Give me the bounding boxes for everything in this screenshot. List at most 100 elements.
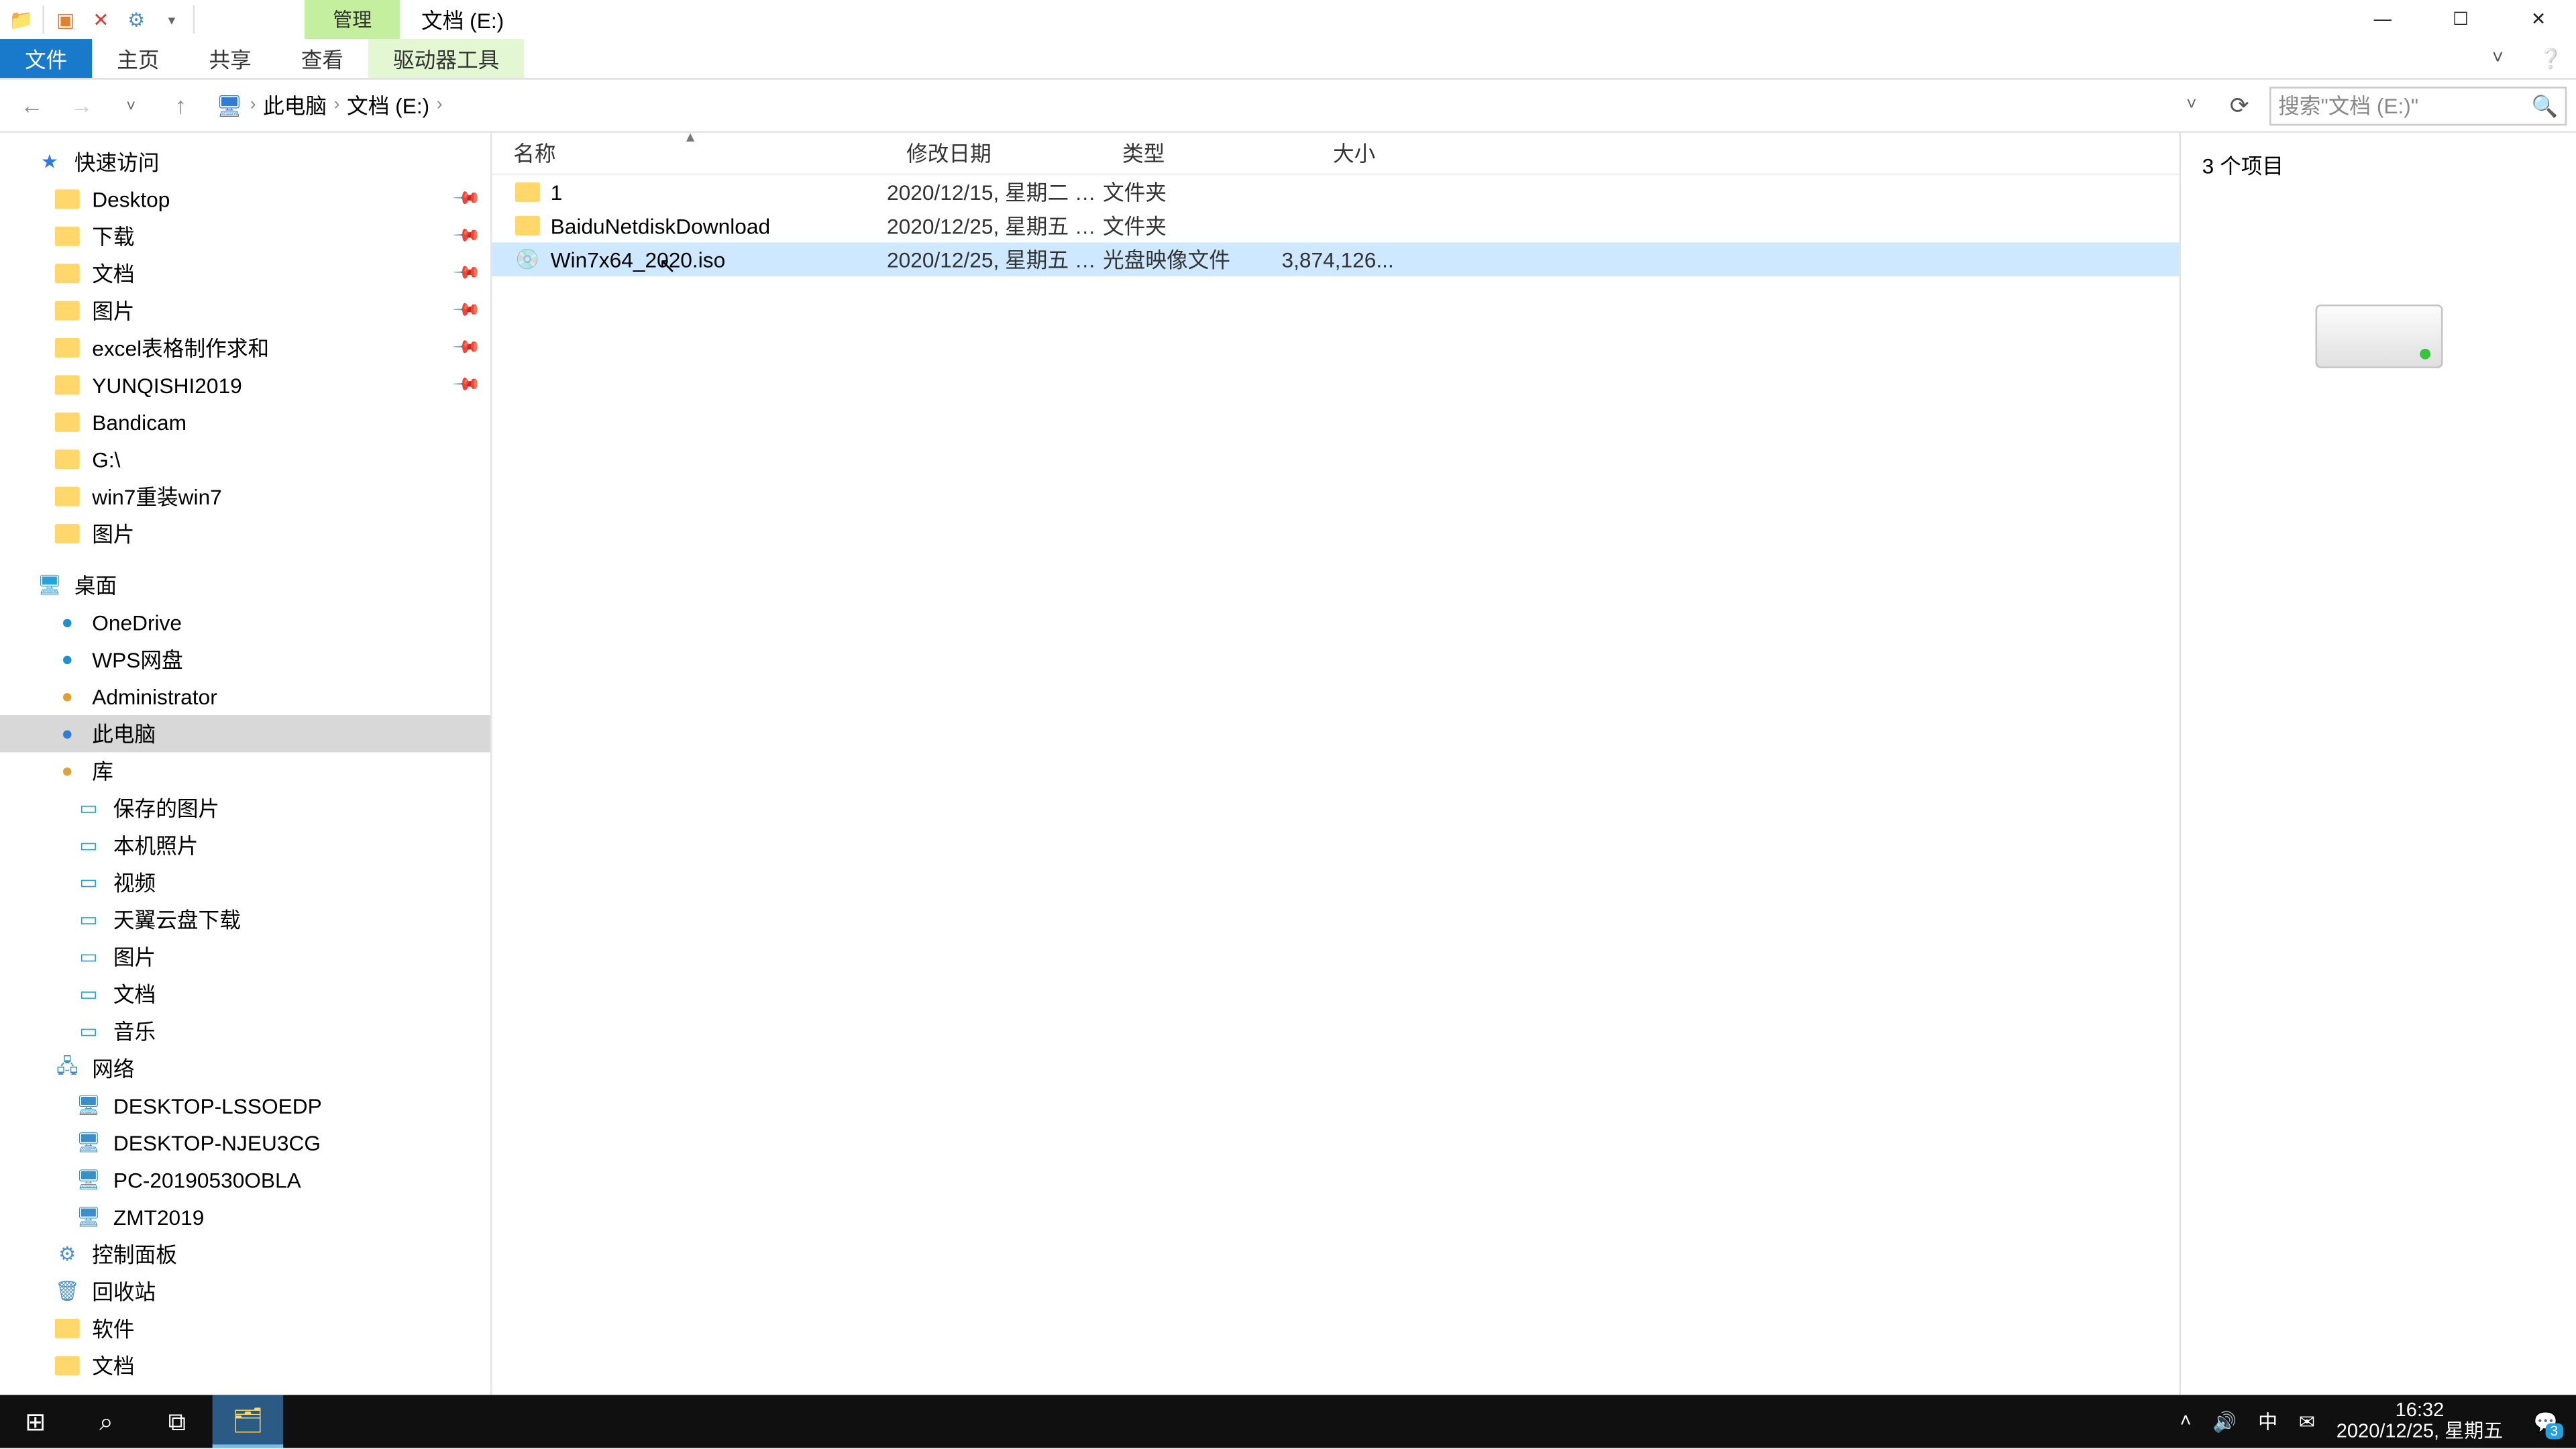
qat-settings-icon[interactable]: ⚙ xyxy=(119,2,154,38)
nav-back-button[interactable]: ← xyxy=(11,84,53,126)
app-icon[interactable]: 📁 xyxy=(3,2,39,38)
file-row[interactable]: 12020/12/15, 星期二 1...文件夹 xyxy=(492,175,2180,209)
tray-ime-icon[interactable]: 中 xyxy=(2258,1407,2277,1436)
navigation-tree[interactable]: ★快速访问 Desktop📌下载📌文档📌图片📌excel表格制作求和📌YUNQI… xyxy=(0,133,492,1397)
tree-network-item[interactable]: 🖥DESKTOP-NJEU3CG xyxy=(0,1124,490,1161)
tray-notifications-icon[interactable]: 💬3 xyxy=(2524,1400,2567,1442)
tray-app-icon[interactable]: ✉ xyxy=(2299,1410,2315,1433)
tree-library-item[interactable]: ▭文档 xyxy=(0,975,490,1012)
tree-network-item[interactable]: 🖥DESKTOP-LSSOEDP xyxy=(0,1087,490,1124)
start-button[interactable]: ⊞ xyxy=(0,1395,71,1448)
qat-properties-icon[interactable]: ▣ xyxy=(48,2,83,38)
tree-desktop-item[interactable]: ●OneDrive xyxy=(0,604,490,641)
search-icon[interactable]: 🔍 xyxy=(2532,93,2558,118)
tree-desktop-item[interactable]: ●库 xyxy=(0,752,490,789)
tab-file[interactable]: 文件 xyxy=(0,39,92,78)
tree-item-icon: ● xyxy=(53,645,81,674)
tree-library-item[interactable]: ▭天翼云盘下载 xyxy=(0,901,490,938)
star-icon: ★ xyxy=(36,148,64,176)
column-date[interactable]: 修改日期 xyxy=(885,138,1101,168)
tree-recycle-bin[interactable]: 🗑回收站 xyxy=(0,1273,490,1309)
tree-library-item[interactable]: ▭视频 xyxy=(0,864,490,901)
tab-drive-tools[interactable]: 驱动器工具 xyxy=(368,39,524,78)
pin-icon: 📌 xyxy=(451,296,480,325)
folder-icon xyxy=(513,211,541,239)
file-row[interactable]: BaiduNetdiskDownload2020/12/25, 星期五 1...… xyxy=(492,209,2180,242)
minimize-button[interactable]: — xyxy=(2344,0,2422,39)
tree-control-panel[interactable]: ⚙控制面板 xyxy=(0,1236,490,1273)
tree-item-label: excel表格制作求和 xyxy=(92,333,269,363)
tree-desktop-item[interactable]: ●WPS网盘 xyxy=(0,641,490,678)
help-icon[interactable]: ❔ xyxy=(2524,39,2576,78)
tree-library-item[interactable]: ▭保存的图片 xyxy=(0,790,490,826)
qat-delete-icon[interactable]: ✕ xyxy=(83,2,119,38)
column-type[interactable]: 类型 xyxy=(1101,138,1280,168)
tree-network-item[interactable]: 🖥PC-20190530OBLA xyxy=(0,1161,490,1198)
folder-icon xyxy=(53,482,81,511)
folder-icon xyxy=(53,1352,81,1380)
tray-overflow-icon[interactable]: ˄ xyxy=(2180,1411,2192,1432)
tree-network-item[interactable]: 🖥ZMT2019 xyxy=(0,1198,490,1235)
preview-pane: 3 个项目 xyxy=(2179,133,2576,1397)
tree-quick-item[interactable]: Desktop📌 xyxy=(0,180,490,217)
tree-desktop[interactable]: 🖥桌面 xyxy=(0,566,490,603)
tree-desktop-item[interactable]: ●Administrator xyxy=(0,678,490,715)
desktop-icon: 🖥 xyxy=(36,571,64,599)
tree-network[interactable]: 🖧网络 xyxy=(0,1050,490,1087)
nav-forward-button[interactable]: → xyxy=(60,84,103,126)
close-button[interactable]: ✕ xyxy=(2500,0,2576,39)
tree-quick-item[interactable]: 下载📌 xyxy=(0,218,490,255)
tab-share[interactable]: 共享 xyxy=(184,39,276,78)
folder-icon xyxy=(53,519,81,547)
tree-quick-item[interactable]: 图片 xyxy=(0,515,490,552)
breadcrumb-dropdown-icon[interactable]: ˅ xyxy=(2174,95,2209,115)
ribbon-expand-icon[interactable]: ˅ xyxy=(2471,39,2524,78)
tree-quick-item[interactable]: 图片📌 xyxy=(0,292,490,329)
tree-quick-item[interactable]: Bandicam xyxy=(0,404,490,441)
tree-quick-item[interactable]: 文档📌 xyxy=(0,255,490,292)
breadcrumb-root[interactable]: 此电脑 xyxy=(263,91,327,121)
file-row[interactable]: 💿Win7x64_2020.iso2020/12/25, 星期五 1...光盘映… xyxy=(492,243,2180,276)
tree-quick-item[interactable]: excel表格制作求和📌 xyxy=(0,329,490,366)
nav-up-button[interactable]: ↑ xyxy=(159,84,201,126)
tree-library-item[interactable]: ▭图片 xyxy=(0,938,490,975)
tree-documents[interactable]: 文档 xyxy=(0,1347,490,1384)
chevron-right-icon[interactable]: › xyxy=(250,95,256,115)
breadcrumb-drive[interactable]: 文档 (E:) xyxy=(347,91,429,121)
qat-dropdown-icon[interactable]: ▾ xyxy=(154,2,190,38)
tree-item-label: 此电脑 xyxy=(92,718,156,749)
tree-library-item[interactable]: ▭本机照片 xyxy=(0,826,490,863)
file-name: 1 xyxy=(551,180,887,205)
taskbar-explorer[interactable]: 🗂 xyxy=(213,1395,284,1448)
breadcrumb-root-icon[interactable]: 🖥 xyxy=(216,93,243,118)
tray-time: 16:32 xyxy=(2396,1400,2445,1421)
tray-volume-icon[interactable]: 🔊 xyxy=(2212,1410,2237,1433)
breadcrumb[interactable]: 🖥 › 此电脑 › 文档 (E:) › ˅ xyxy=(209,91,2209,121)
search-button[interactable]: ⌕ xyxy=(71,1395,142,1448)
tree-item-icon: ● xyxy=(53,608,81,636)
tree-quick-access[interactable]: ★快速访问 xyxy=(0,144,490,180)
tree-desktop-item[interactable]: ●此电脑 xyxy=(0,715,490,752)
title-bar: 📁 ▣ ✕ ⚙ ▾ 管理 文档 (E:) — ☐ ✕ xyxy=(0,0,2576,39)
tree-software[interactable]: 软件 xyxy=(0,1310,490,1347)
task-view-button[interactable]: ⧉ xyxy=(142,1395,213,1448)
tree-quick-item[interactable]: win7重装win7 xyxy=(0,478,490,515)
tree-quick-item[interactable]: G:\ xyxy=(0,441,490,478)
drive-icon xyxy=(2316,305,2443,368)
tree-library-item[interactable]: ▭音乐 xyxy=(0,1012,490,1049)
recycle-icon: 🗑 xyxy=(53,1277,81,1305)
column-size[interactable]: 大小 xyxy=(1280,138,1390,168)
tree-item-icon: ▭ xyxy=(74,943,103,971)
chevron-right-icon[interactable]: › xyxy=(437,95,443,115)
tree-quick-item[interactable]: YUNQISHI2019📌 xyxy=(0,366,490,403)
tab-home[interactable]: 主页 xyxy=(92,39,184,78)
nav-recent-dropdown[interactable]: ˅ xyxy=(110,84,152,126)
folder-icon xyxy=(53,333,81,362)
chevron-right-icon[interactable]: › xyxy=(334,95,340,115)
search-input[interactable]: 搜索"文档 (E:)" 🔍 xyxy=(2269,86,2567,125)
tray-clock[interactable]: 16:32 2020/12/25, 星期五 xyxy=(2337,1400,2504,1442)
file-rows[interactable]: ↖ 12020/12/15, 星期二 1...文件夹BaiduNetdiskDo… xyxy=(492,175,2180,276)
tab-view[interactable]: 查看 xyxy=(276,39,368,78)
maximize-button[interactable]: ☐ xyxy=(2422,0,2500,39)
refresh-button[interactable]: ⟳ xyxy=(2216,91,2263,119)
